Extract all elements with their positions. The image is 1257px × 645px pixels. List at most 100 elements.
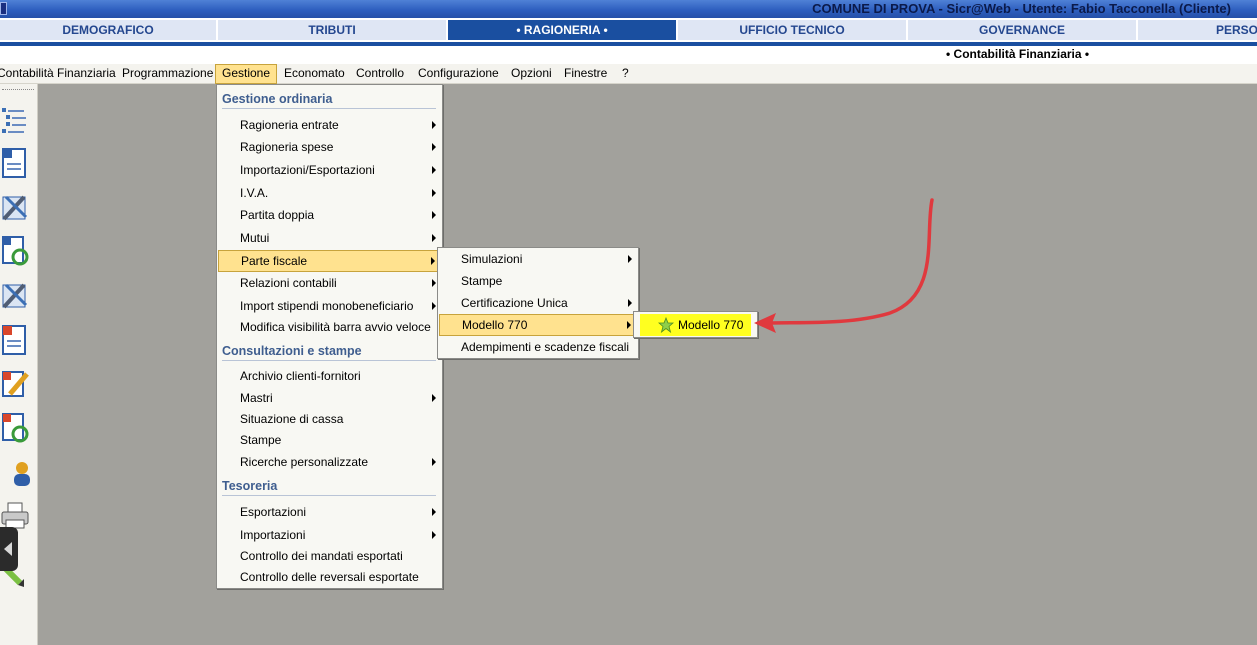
edit-document-icon[interactable] [0,368,30,400]
menu-gestione[interactable]: Gestione [215,64,277,84]
section-consultazioni-stampe: Consultazioni e stampe [222,343,436,361]
menu-item-ricerche-personalizzate[interactable]: Ricerche personalizzate [218,451,441,473]
menu-item-partita-doppia[interactable]: Partita doppia [218,204,441,226]
menu-item-relazioni-contabili[interactable]: Relazioni contabili [218,272,441,294]
submenu-arrow-icon [628,255,632,263]
gestione-dropdown: Gestione ordinaria Ragioneria entrate Ra… [216,84,443,589]
document-icon[interactable] [0,147,30,179]
menu-item-importazioni[interactable]: Importazioni [218,524,441,546]
item-label: Simulazioni [461,252,523,266]
menu-bar: Contabilità Finanziaria Programmazione G… [0,64,1257,84]
menu-item-stampe-fiscali[interactable]: Stampe [439,270,637,292]
collapse-toolbar-button[interactable] [0,527,18,571]
menu-item-stampe[interactable]: Stampe [218,429,441,451]
item-label: Parte fiscale [241,254,308,268]
parte-fiscale-submenu: Simulazioni Stampe Certificazione Unica … [437,247,639,359]
menu-item-mutui[interactable]: Mutui [218,227,441,249]
item-label: Modello 770 [462,318,528,332]
item-label: Ricerche personalizzate [240,455,369,469]
module-tab-personale[interactable]: PERSO [1138,20,1257,40]
submenu-arrow-icon [432,143,436,151]
submenu-arrow-icon [432,531,436,539]
item-label: Mastri [240,391,273,405]
item-label: Mutui [240,231,270,245]
item-label: Controllo dei mandati esportati [240,549,403,563]
menu-item-certificazione-unica[interactable]: Certificazione Unica [439,292,637,314]
menu-contabilita-finanziaria[interactable]: Contabilità Finanziaria [0,64,122,84]
toolbar-grip[interactable] [2,89,34,92]
submenu-arrow-icon [432,394,436,402]
document-icon[interactable] [0,324,30,356]
menu-item-esportazioni[interactable]: Esportazioni [218,501,441,523]
menu-item-parte-fiscale[interactable]: Parte fiscale [218,250,441,272]
menu-configurazione[interactable]: Configurazione [412,64,505,84]
title-bar: COMUNE DI PROVA - Sicr@Web - Utente: Fab… [0,0,1257,18]
menu-item-iva[interactable]: I.V.A. [218,182,441,204]
modello-770-submenu: Modello 770 [633,311,758,338]
submenu-arrow-icon [432,166,436,174]
item-label: Relazioni contabili [240,276,337,290]
submenu-arrow-icon [432,302,436,310]
item-label: Situazione di cassa [240,412,344,426]
menu-item-controllo-mandati[interactable]: Controllo dei mandati esportati [218,545,441,567]
item-label: Importazioni/Esportazioni [240,163,375,177]
tools-icon[interactable] [0,191,30,223]
item-label: I.V.A. [240,186,269,200]
submenu-arrow-icon [432,189,436,197]
item-label: Adempimenti e scadenze fiscali [461,340,630,354]
menu-item-simulazioni[interactable]: Simulazioni [439,248,637,270]
menu-item-archivio-clienti-fornitori[interactable]: Archivio clienti-fornitori [218,365,441,387]
menu-finestre[interactable]: Finestre [558,64,613,84]
submenu-arrow-icon [432,508,436,516]
menu-economato[interactable]: Economato [278,64,351,84]
item-label: Importazioni [240,528,306,542]
menu-item-adempimenti-scadenze[interactable]: Adempimenti e scadenze fiscali [439,336,637,358]
item-label: Stampe [240,433,282,447]
item-label: Import stipendi monobeneficiario [240,299,414,313]
module-tab-tributi[interactable]: TRIBUTI [218,20,446,40]
document-refresh-icon[interactable] [0,235,30,267]
item-label: Partita doppia [240,208,315,222]
menu-item-situazione-cassa[interactable]: Situazione di cassa [218,408,441,430]
tree-list-icon[interactable] [0,104,30,136]
menu-item-import-stipendi[interactable]: Import stipendi monobeneficiario [218,295,441,317]
submenu-arrow-icon [432,279,436,287]
item-label: Archivio clienti-fornitori [240,369,361,383]
module-tab-ufficio-tecnico[interactable]: UFFICIO TECNICO [678,20,906,40]
menu-item-ragioneria-spese[interactable]: Ragioneria spese [218,136,441,158]
item-label: Stampe [461,274,503,288]
item-label: Ragioneria spese [240,140,334,154]
menu-item-modello-770[interactable]: Modello 770 [439,314,637,336]
submenu-arrow-icon [432,121,436,129]
item-label: Modello 770 [678,318,744,332]
module-tab-demografico[interactable]: DEMOGRAFICO [0,20,216,40]
app-icon [0,2,7,15]
menu-item-mastri[interactable]: Mastri [218,387,441,409]
menu-item-modello-770-open[interactable]: Modello 770 [640,314,751,336]
submenu-arrow-icon [432,211,436,219]
menu-help[interactable]: ? [616,64,635,84]
submenu-arrow-icon [627,321,631,329]
document-sync-icon[interactable] [0,412,30,444]
item-label: Ragioneria entrate [240,118,339,132]
tools-icon[interactable] [0,279,30,311]
module-tab-governance[interactable]: GOVERNANCE [908,20,1136,40]
menu-programmazione[interactable]: Programmazione [116,64,219,84]
menu-controllo[interactable]: Controllo [350,64,410,84]
menu-item-importazioni-esportazioni[interactable]: Importazioni/Esportazioni [218,159,441,181]
item-label: Esportazioni [240,505,307,519]
menu-opzioni[interactable]: Opzioni [505,64,558,84]
menu-item-controllo-reversali[interactable]: Controllo delle reversali esportate [218,566,441,588]
user-icon[interactable] [0,456,30,488]
module-bar: DEMOGRAFICO TRIBUTI • RAGIONERIA • UFFIC… [0,18,1257,42]
submenu-arrow-icon [432,234,436,242]
section-gestione-ordinaria: Gestione ordinaria [222,91,436,109]
menu-item-ragioneria-entrate[interactable]: Ragioneria entrate [218,114,441,136]
submenu-arrow-icon [628,299,632,307]
sub-header: • Contabilità Finanziaria • [0,46,1257,64]
item-label: Controllo delle reversali esportate [240,570,419,584]
menu-item-modifica-visibilita[interactable]: Modifica visibilità barra avvio veloce [218,316,441,338]
section-tesoreria: Tesoreria [222,478,436,496]
module-tab-ragioneria[interactable]: • RAGIONERIA • [448,20,676,40]
item-label: Modifica visibilità barra avvio veloce [240,320,431,334]
